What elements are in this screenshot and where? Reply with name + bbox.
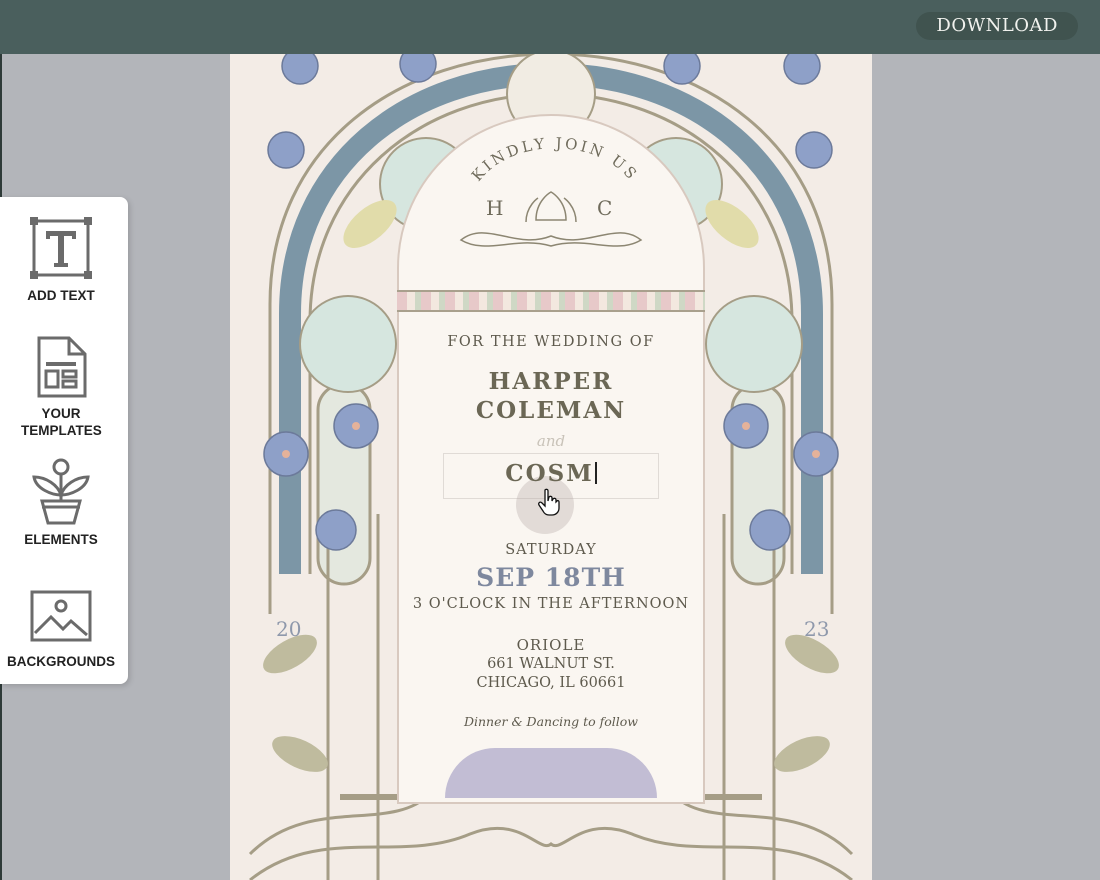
download-button[interactable]: DOWNLOAD xyxy=(916,12,1078,40)
backgrounds-label: BACKGROUNDS xyxy=(7,654,115,669)
partner1-last-name[interactable]: COLEMAN xyxy=(397,397,705,424)
tool-sidebar: ADD TEXT YOUR TEMPLATES ELEMENTS BACKGRO… xyxy=(0,197,128,684)
image-icon xyxy=(30,590,92,642)
your-templates-label: YOUR TEMPLATES xyxy=(21,406,102,438)
add-text-tool[interactable]: ADD TEXT xyxy=(0,215,122,304)
time-text[interactable]: 3 O'CLOCK IN THE AFTERNOON xyxy=(397,596,705,612)
and-script: and xyxy=(536,432,566,450)
venue-street[interactable]: 661 WALNUT ST. xyxy=(397,656,705,672)
bottom-floral-arch xyxy=(445,748,657,798)
backgrounds-tool[interactable]: BACKGROUNDS xyxy=(0,589,122,670)
day-text[interactable]: SATURDAY xyxy=(397,542,705,558)
add-text-label: ADD TEXT xyxy=(27,288,95,303)
year-right: 23 xyxy=(804,617,830,641)
partner2-name-text: COSM xyxy=(505,460,594,487)
svg-text:KINDLY JOIN US: KINDLY JOIN US xyxy=(468,134,642,185)
text-box-icon xyxy=(30,217,92,279)
footer-note[interactable]: Dinner & Dancing to follow xyxy=(397,714,705,729)
text-caret xyxy=(594,462,597,484)
partner2-name-input[interactable]: COSM xyxy=(397,460,705,487)
elements-tool[interactable]: ELEMENTS xyxy=(0,457,122,548)
for-the-wedding-of[interactable]: FOR THE WEDDING OF xyxy=(397,334,705,350)
year-left: 20 xyxy=(276,617,302,641)
date-text[interactable]: SEP 18TH xyxy=(397,563,705,592)
bells-ornament xyxy=(459,191,643,247)
venue-city[interactable]: CHICAGO, IL 60661 xyxy=(397,675,705,691)
elements-label: ELEMENTS xyxy=(24,532,98,547)
kindly-join-text: KINDLY JOIN US xyxy=(468,134,639,185)
templates-icon xyxy=(37,336,87,398)
your-templates-tool[interactable]: YOUR TEMPLATES xyxy=(0,335,122,439)
floral-band xyxy=(397,290,705,312)
invitation-canvas[interactable]: KINDLY JOIN US H C FOR THE WEDDING OF HA… xyxy=(230,54,872,880)
venue-name[interactable]: ORIOLE xyxy=(397,636,705,654)
top-toolbar: DOWNLOAD xyxy=(0,0,1100,54)
partner1-first-name[interactable]: HARPER xyxy=(397,368,705,395)
hand-cursor-icon xyxy=(538,488,560,516)
plant-icon xyxy=(32,458,90,525)
